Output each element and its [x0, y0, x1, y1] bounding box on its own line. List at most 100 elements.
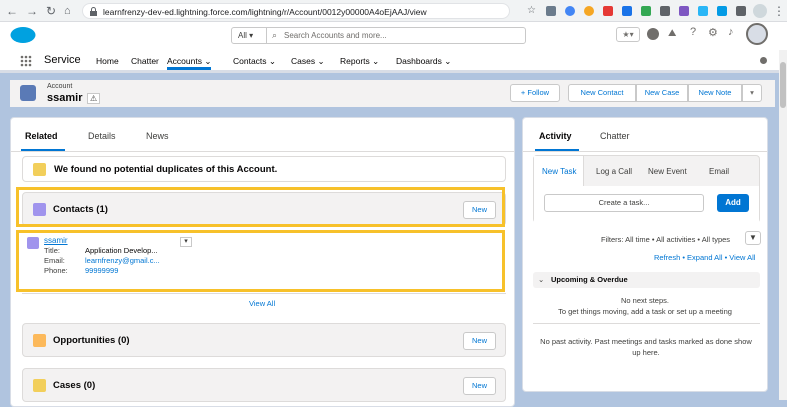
divider: [533, 323, 760, 324]
nav-chatter[interactable]: Chatter: [131, 56, 159, 66]
search-placeholder: Search Accounts and more...: [284, 31, 387, 40]
subtab-new-task[interactable]: New Task: [542, 167, 577, 176]
record-type-label: Account: [47, 83, 73, 90]
app-launcher-icon[interactable]: [20, 55, 32, 67]
record-header: Account ssamir ⚠ + Follow New Contact Ne…: [10, 80, 775, 107]
nav-home[interactable]: Home: [96, 56, 119, 66]
reload-icon[interactable]: ↻: [46, 4, 56, 18]
scrollbar[interactable]: [779, 50, 787, 400]
extension-icon[interactable]: [660, 6, 670, 16]
highlight-box: [16, 187, 505, 227]
no-past-activity: No past activity. Past meetings and task…: [540, 337, 752, 357]
view-all-link[interactable]: View All: [249, 299, 275, 308]
nav-accounts[interactable]: Accounts ⌄: [167, 50, 212, 70]
no-next-steps-hint: To get things moving, add a task or set …: [558, 307, 732, 316]
trailhead-icon[interactable]: ⛰: [668, 28, 676, 39]
star-icon[interactable]: ☆: [527, 4, 536, 18]
cases-title[interactable]: Cases (0): [53, 380, 95, 391]
new-opportunity-button[interactable]: New: [463, 332, 496, 350]
user-avatar[interactable]: [746, 23, 768, 45]
subtab-new-event[interactable]: New Event: [648, 167, 687, 176]
tab-related[interactable]: Related: [25, 131, 58, 141]
extension-icon[interactable]: [698, 6, 708, 16]
publisher: New Task Log a Call New Event Email Crea…: [533, 155, 760, 223]
bell-icon[interactable]: ♪: [728, 26, 734, 38]
extension-icon[interactable]: [622, 6, 632, 16]
case-icon: [33, 379, 46, 392]
upcoming-section-header[interactable]: ⌄ Upcoming & Overdue: [533, 272, 760, 288]
search-box[interactable]: All ▾ ⌕ Search Accounts and more...: [231, 27, 526, 44]
global-header: All ▾ ⌕ Search Accounts and more... ★▾ ⛰…: [0, 22, 787, 50]
tab-activity[interactable]: Activity: [539, 131, 572, 141]
add-button[interactable]: Add: [717, 194, 749, 212]
duplicates-card: We found no potential duplicates of this…: [22, 156, 506, 182]
search-scope[interactable]: All ▾: [232, 28, 267, 43]
scrollbar-thumb[interactable]: [780, 62, 786, 108]
puzzle-icon[interactable]: [736, 6, 746, 16]
opportunities-title[interactable]: Opportunities (0): [53, 335, 130, 346]
chevron-down-icon[interactable]: ▾: [742, 84, 762, 102]
extension-icon[interactable]: [641, 6, 651, 16]
highlight-box: [16, 230, 505, 292]
publisher-body: Create a task... Add: [534, 186, 759, 223]
divider: [523, 151, 767, 152]
nav-contacts[interactable]: Contacts ⌄: [233, 56, 276, 67]
profile-avatar[interactable]: [753, 4, 767, 18]
help-icon[interactable]: ?: [690, 26, 696, 38]
chevron-down-icon: ⌄: [538, 275, 545, 284]
duplicate-icon: [33, 163, 46, 176]
nav-cases[interactable]: Cases ⌄: [291, 56, 325, 67]
nav-reports[interactable]: Reports ⌄: [340, 56, 379, 67]
divider: [22, 293, 506, 294]
cases-card: Cases (0) New: [22, 368, 506, 402]
opportunity-icon: [33, 334, 46, 347]
new-note-button[interactable]: New Note: [688, 84, 742, 102]
address-bar[interactable]: learnfrenzy-dev-ed.lightning.force.com/l…: [82, 3, 510, 19]
global-actions-icon[interactable]: [647, 28, 659, 40]
subtab-email[interactable]: Email: [709, 167, 729, 176]
new-contact-button[interactable]: New Contact: [568, 84, 636, 102]
hierarchy-icon[interactable]: ⚠: [87, 93, 101, 104]
lock-icon: [90, 7, 97, 16]
extension-icon[interactable]: [546, 6, 556, 16]
activity-panel: Activity Chatter New Task Log a Call New…: [522, 117, 768, 392]
no-next-steps: No next steps.: [621, 296, 669, 305]
opportunities-card: Opportunities (0) New: [22, 323, 506, 357]
app-nav-bar: Service Home Chatter Accounts ⌄ Contacts…: [0, 50, 787, 73]
extension-icon[interactable]: [565, 6, 575, 16]
extension-icon[interactable]: [584, 6, 594, 16]
refresh-expand-links[interactable]: Refresh • Expand All • View All: [654, 253, 755, 262]
forward-icon[interactable]: →: [26, 4, 38, 18]
upcoming-title: Upcoming & Overdue: [551, 275, 628, 284]
home-icon[interactable]: ⌂: [64, 4, 71, 18]
extension-icon[interactable]: [603, 6, 613, 16]
subtab-log-call[interactable]: Log a Call: [596, 167, 632, 176]
edit-nav-icon[interactable]: [760, 57, 767, 64]
menu-icon[interactable]: ⋮: [773, 4, 785, 18]
url-text: learnfrenzy-dev-ed.lightning.force.com/l…: [103, 7, 427, 17]
tab-news[interactable]: News: [146, 131, 169, 141]
app-name: Service: [44, 54, 81, 66]
duplicates-message: We found no potential duplicates of this…: [54, 164, 278, 175]
left-panel: Related Details News We found no potenti…: [10, 117, 515, 407]
tab-details[interactable]: Details: [88, 131, 116, 141]
tab-chatter[interactable]: Chatter: [600, 131, 630, 141]
follow-button[interactable]: + Follow: [510, 84, 560, 102]
extension-icon[interactable]: [679, 6, 689, 16]
back-icon[interactable]: ←: [6, 4, 18, 18]
account-icon: [20, 85, 36, 101]
gear-icon[interactable]: ⚙: [708, 26, 718, 39]
filters-text[interactable]: Filters: All time • All activities • All…: [601, 235, 730, 244]
divider: [11, 151, 514, 152]
new-case-button[interactable]: New Case: [636, 84, 688, 102]
create-task-input[interactable]: Create a task...: [544, 194, 704, 212]
favorites-icon[interactable]: ★▾: [616, 27, 640, 42]
record-name: ssamir: [47, 92, 83, 104]
salesforce-logo[interactable]: [10, 26, 36, 44]
browser-toolbar: ← → ↻ ⌂ learnfrenzy-dev-ed.lightning.for…: [0, 0, 787, 22]
extension-icon[interactable]: [717, 6, 727, 16]
filter-icon[interactable]: ▼: [745, 231, 761, 245]
nav-dashboards[interactable]: Dashboards ⌄: [396, 56, 451, 67]
chevron-down-icon[interactable]: ⌄: [204, 56, 211, 66]
new-case-button[interactable]: New: [463, 377, 496, 395]
